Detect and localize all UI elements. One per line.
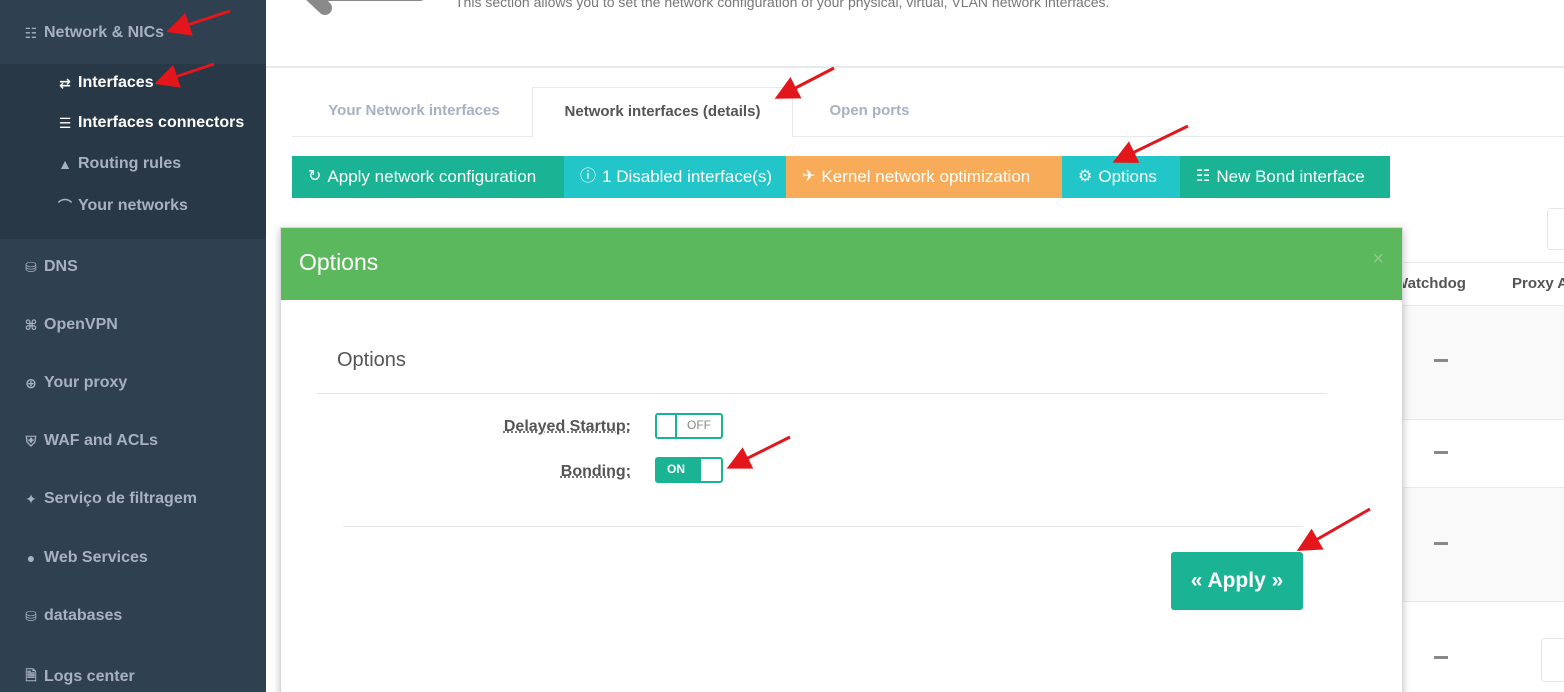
table-row bbox=[1402, 420, 1564, 488]
form-legend: Options bbox=[337, 349, 406, 371]
sidebar-item-label: Interfaces bbox=[78, 74, 154, 91]
tab-open-ports[interactable]: Open ports bbox=[797, 87, 942, 137]
sidebar-item-logs-center[interactable]: 🗎 Logs center bbox=[22, 665, 135, 689]
badge-shield-icon: ✦ bbox=[25, 490, 37, 507]
sidebar-item-label: Interfaces connectors bbox=[78, 114, 245, 131]
footer-divider bbox=[343, 526, 1303, 527]
toggle-state: ON bbox=[667, 462, 685, 476]
button-label: 1 Disabled interface(s) bbox=[602, 167, 773, 186]
sidebar-item-label: Serviço de filtragem bbox=[44, 490, 197, 507]
sidebar-item-databases[interactable]: ⛁ databases bbox=[22, 607, 122, 625]
sidebar-item-label: Routing rules bbox=[78, 155, 182, 172]
sidebar-item-waf-acls[interactable]: ⛨ WAF and ACLs bbox=[22, 432, 158, 450]
apply-network-configuration-button[interactable]: ↻ Apply network configuration bbox=[292, 156, 564, 198]
row-action-button[interactable] bbox=[1541, 638, 1564, 682]
router-icon: ☰ bbox=[58, 114, 72, 131]
shield-icon: ⛨ bbox=[25, 432, 37, 449]
empty-value-dash bbox=[1434, 656, 1448, 659]
database-icon: ⛁ bbox=[25, 258, 37, 275]
tab-your-network-interfaces[interactable]: Your Network interfaces bbox=[292, 87, 536, 137]
empty-value-dash bbox=[1434, 542, 1448, 545]
page-description: This section allows you to set the netwo… bbox=[455, 0, 1110, 10]
delayed-startup-label: Delayed Startup: bbox=[503, 418, 631, 435]
sitemap-icon: ☷ bbox=[1196, 168, 1211, 185]
database-icon: ⛁ bbox=[25, 607, 37, 624]
kernel-network-optimization-button[interactable]: ✈ Kernel network optimization bbox=[786, 156, 1062, 198]
gears-icon: ⚙ bbox=[1078, 168, 1093, 185]
refresh-icon: ↻ bbox=[308, 168, 322, 185]
search-input[interactable] bbox=[1547, 208, 1564, 250]
sidebar-item-openvpn[interactable]: ⌘ OpenVPN bbox=[22, 316, 118, 334]
column-header-proxy: Proxy A bbox=[1512, 275, 1564, 292]
globe-icon: ⊕ bbox=[25, 374, 37, 391]
toolbar: ↻ Apply network configuration ⓘ 1 Disabl… bbox=[292, 156, 1390, 198]
delayed-startup-toggle[interactable]: OFF bbox=[655, 413, 723, 439]
plane-icon: ✈ bbox=[802, 168, 816, 185]
sidebar-item-your-proxy[interactable]: ⊕ Your proxy bbox=[22, 374, 127, 392]
column-header-watchdog: Watchdog bbox=[1394, 275, 1466, 292]
sidebar-item-filtering-service[interactable]: ✦ Serviço de filtragem bbox=[22, 490, 197, 508]
new-bond-interface-button[interactable]: ☷ New Bond interface bbox=[1180, 156, 1390, 198]
table-row bbox=[1402, 306, 1564, 420]
sitemap-icon: ☷ bbox=[24, 24, 38, 41]
sidebar-item-label: Your networks bbox=[78, 197, 188, 214]
back-arrow-icon[interactable] bbox=[290, 0, 430, 30]
sidebar-item-interfaces-connectors[interactable]: ☰ Interfaces connectors bbox=[56, 114, 245, 132]
toggle-state: OFF bbox=[687, 418, 711, 432]
disabled-interfaces-button[interactable]: ⓘ 1 Disabled interface(s) bbox=[564, 156, 786, 198]
empty-value-dash bbox=[1434, 451, 1448, 454]
empty-value-dash bbox=[1434, 359, 1448, 362]
sidebar-item-dns[interactable]: ⛁ DNS bbox=[22, 258, 78, 276]
sidebar-item-routing-rules[interactable]: ▲ Routing rules bbox=[56, 155, 181, 173]
modal-header: Options × bbox=[281, 228, 1402, 300]
bonding-label: Bonding: bbox=[560, 463, 631, 480]
legend-divider bbox=[317, 393, 1327, 394]
table-header: Watchdog Proxy A bbox=[1394, 262, 1564, 306]
file-icon: 🗎 bbox=[25, 667, 37, 683]
toggle-knob bbox=[701, 459, 721, 481]
compress-icon: ⌘ bbox=[24, 316, 38, 333]
sidebar-item-label: Web Services bbox=[44, 549, 148, 566]
sidebar-item-label: Your proxy bbox=[44, 374, 128, 391]
sidebar: ☷ Network & NICs ⇄ Interfaces ☰ Interfac… bbox=[0, 0, 266, 692]
sidebar-item-label: WAF and ACLs bbox=[44, 432, 159, 449]
tab-bar: Your Network interfaces Network interfac… bbox=[292, 87, 1564, 138]
button-label: New Bond interface bbox=[1216, 167, 1365, 186]
button-label: Kernel network optimization bbox=[821, 167, 1031, 186]
close-icon[interactable]: × bbox=[1372, 248, 1384, 271]
modal-title: Options bbox=[299, 249, 379, 275]
sidebar-item-label: Logs center bbox=[44, 668, 135, 685]
tab-network-interfaces-details[interactable]: Network interfaces (details) bbox=[532, 87, 793, 138]
wifi-icon: ⌒ bbox=[58, 198, 72, 214]
globe-filled-icon: ● bbox=[26, 550, 36, 566]
road-icon: ▲ bbox=[58, 156, 72, 172]
sidebar-item-label: DNS bbox=[44, 258, 78, 275]
sidebar-item-interfaces[interactable]: ⇄ Interfaces bbox=[56, 74, 154, 92]
sidebar-item-label: OpenVPN bbox=[44, 316, 118, 333]
sidebar-item-label: Network & NICs bbox=[44, 24, 165, 41]
table-row bbox=[1402, 488, 1564, 602]
button-label: Options bbox=[1098, 167, 1157, 186]
sidebar-item-web-services[interactable]: ● Web Services bbox=[22, 549, 148, 567]
options-button[interactable]: ⚙ Options bbox=[1062, 156, 1180, 198]
button-label: Apply network configuration bbox=[327, 167, 537, 186]
table-row bbox=[1402, 602, 1564, 692]
apply-button[interactable]: « Apply » bbox=[1171, 552, 1303, 610]
sidebar-item-network-nics[interactable]: ☷ Network & NICs bbox=[22, 24, 164, 42]
toggle-knob bbox=[657, 415, 677, 437]
exchange-icon: ⇄ bbox=[59, 74, 71, 91]
sidebar-item-label: databases bbox=[44, 607, 123, 624]
sidebar-item-your-networks[interactable]: ⌒ Your networks bbox=[56, 196, 188, 216]
options-modal: Options × Options Delayed Startup: OFF B… bbox=[280, 227, 1403, 692]
info-circle-icon: ⓘ bbox=[580, 168, 597, 185]
bonding-toggle[interactable]: ON bbox=[655, 457, 723, 483]
header-divider bbox=[266, 66, 1564, 68]
